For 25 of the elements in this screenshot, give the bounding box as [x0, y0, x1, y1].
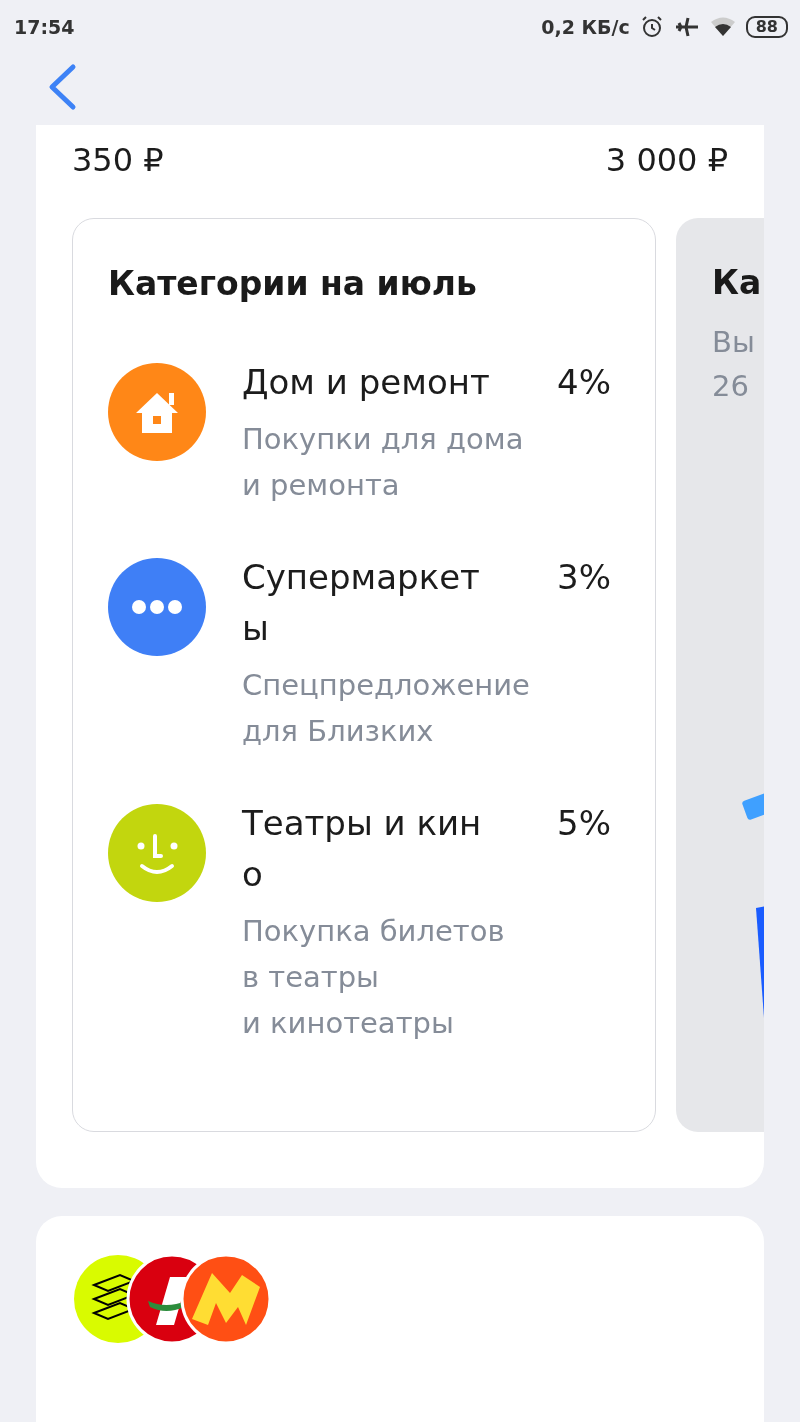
category-description: Спецпредложение для Близких — [242, 667, 531, 750]
card-title: Категории на июль — [108, 263, 478, 305]
category-name: Супермаркеты — [242, 556, 481, 650]
category-card[interactable]: Ка Вы 26 — [676, 218, 764, 1132]
category-description: Покупки для дома и ремонта — [242, 421, 525, 504]
cashback-percent: 3% — [557, 556, 611, 599]
category-description: Покупка билетов в театры и кинотеатры — [242, 913, 506, 1042]
house-icon — [108, 363, 206, 461]
cashback-percent: 4% — [557, 361, 611, 404]
earned-amount: 350 ₽ — [72, 141, 164, 179]
card-text: 26 — [712, 368, 750, 405]
category-name: Театры и кино — [242, 802, 483, 896]
card-title: Ка — [712, 262, 763, 304]
network-speed: 0,2 КБ/с — [541, 16, 630, 38]
more-icon — [108, 558, 206, 656]
card-text: Вы — [712, 324, 756, 361]
smiley-icon — [108, 804, 206, 902]
cashback-percent: 5% — [557, 802, 611, 845]
wifi-icon — [709, 16, 736, 38]
category-name: Дом и ремонт — [242, 361, 491, 404]
battery-level: 88 — [745, 16, 788, 38]
clock-time: 17:54 — [14, 16, 75, 38]
airplane-icon — [673, 15, 700, 39]
zigzag-logo-icon — [180, 1253, 272, 1345]
limit-amount: 3 000 ₽ — [605, 141, 728, 179]
